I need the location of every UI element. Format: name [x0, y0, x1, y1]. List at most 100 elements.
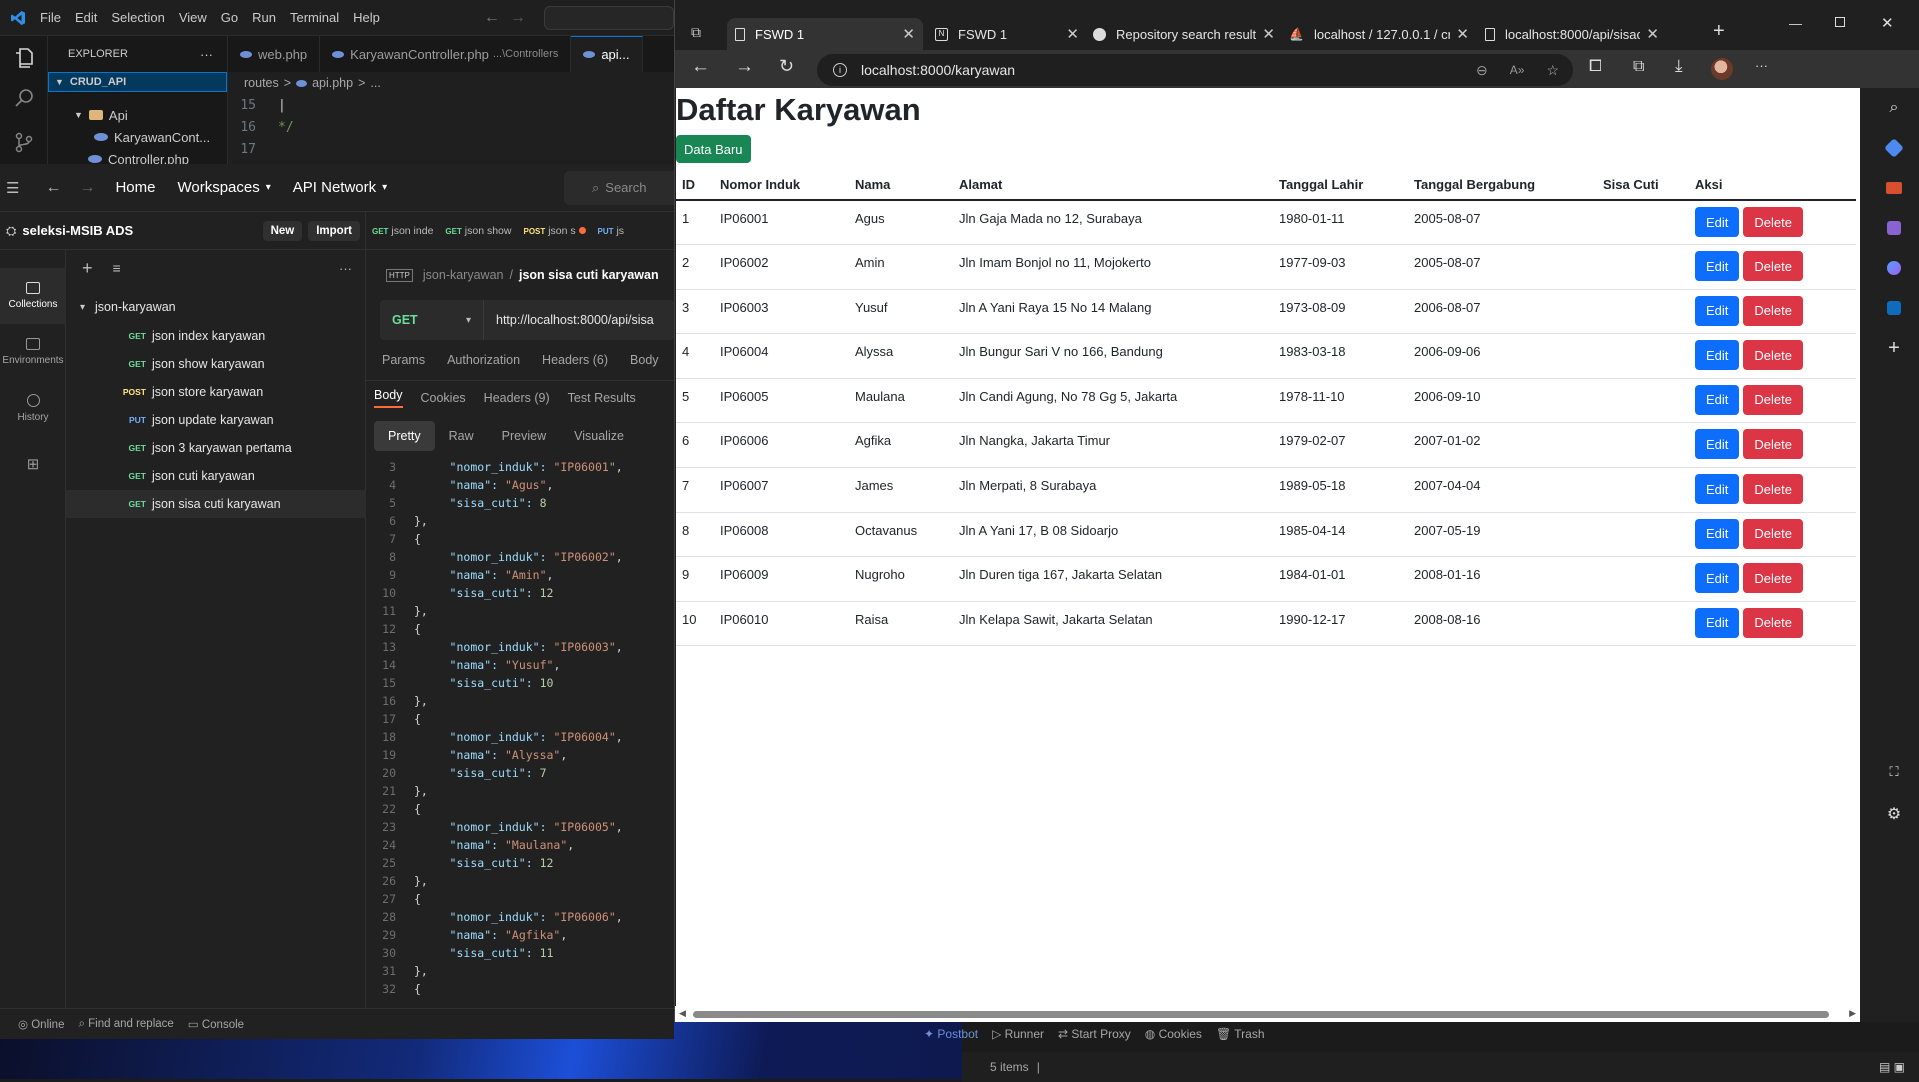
menu-edit[interactable]: Edit [75, 10, 97, 25]
edit-button[interactable]: Edit [1695, 251, 1740, 282]
add-icon[interactable]: + [82, 258, 93, 279]
request-tab[interactable]: POST json s [517, 225, 591, 237]
toolbox-icon[interactable] [1869, 168, 1919, 208]
nav-workspaces[interactable]: Workspaces ▾ [177, 179, 270, 196]
back-arrow-icon[interactable]: ← [484, 9, 500, 27]
scrollbar-thumb[interactable] [693, 1011, 1829, 1018]
browser-tab-active[interactable]: FSWD 1 ✕ [727, 18, 923, 50]
read-aloud-icon[interactable]: A» [1510, 63, 1525, 77]
rail-history[interactable]: History [0, 380, 66, 436]
tree-file-karyawan-controller[interactable]: KaryawanCont... [114, 130, 210, 145]
filter-icon[interactable]: ≡ [113, 260, 121, 276]
rail-environments[interactable]: Environments [0, 324, 66, 380]
request-tab[interactable]: GET json inde [366, 225, 439, 237]
tab-authorization[interactable]: Authorization [447, 353, 520, 367]
view-visualize[interactable]: Visualize [560, 421, 638, 451]
close-icon[interactable]: ✕ [1066, 25, 1079, 43]
close-icon[interactable]: ✕ [1456, 25, 1469, 43]
edit-button[interactable]: Edit [1695, 607, 1740, 638]
request-item[interactable]: POST json store karyawan [66, 378, 366, 406]
nav-home[interactable]: Home [115, 179, 155, 196]
scroll-right-icon[interactable]: ▶ [1849, 1008, 1856, 1019]
delete-button[interactable]: Delete [1743, 251, 1803, 282]
editor-tab-api[interactable]: api... [571, 36, 643, 72]
menu-run[interactable]: Run [252, 10, 276, 25]
menu-terminal[interactable]: Terminal [290, 10, 339, 25]
response-json-viewer[interactable]: 3 " nomor_induk ": "IP06001", 4 " nama ": "Ag… [366, 460, 674, 1000]
screenshot-icon[interactable]: ⛶ [1869, 752, 1919, 792]
edit-button[interactable]: Edit [1695, 429, 1740, 460]
request-tab[interactable]: GET json show [439, 225, 517, 237]
close-icon[interactable]: ✕ [1262, 25, 1275, 43]
workspace-name[interactable]: seleksi-MSIB ADS [22, 223, 133, 238]
request-item[interactable]: GET json index karyawan [66, 322, 366, 350]
hamburger-menu-icon[interactable]: ☰ [6, 179, 19, 197]
maximize-icon[interactable] [1835, 17, 1845, 27]
find-replace[interactable]: ⌕ Find and replace [78, 1018, 173, 1031]
tab-headers[interactable]: Headers (6) [542, 353, 608, 367]
rail-collections[interactable]: Collections [0, 268, 66, 324]
postbot-button[interactable]: ✦ Postbot [924, 1027, 978, 1041]
method-select[interactable]: GET ▾ [380, 300, 484, 340]
tab-params[interactable]: Params [382, 353, 425, 367]
editor-tab-web[interactable]: web.php [228, 36, 321, 72]
extensions-icon[interactable]: ⧠ [1589, 58, 1602, 76]
edit-button[interactable]: Edit [1695, 518, 1740, 549]
refresh-icon[interactable]: ↻ [779, 56, 794, 77]
avatar[interactable] [1711, 58, 1733, 80]
search-icon[interactable]: ⌕ [1869, 88, 1919, 128]
search-icon[interactable] [12, 86, 36, 110]
settings-gear-icon[interactable]: ⚙ [1869, 794, 1919, 834]
postman-search[interactable]: ⌕ Search [564, 170, 674, 205]
delete-button[interactable]: Delete [1743, 563, 1803, 594]
close-icon[interactable]: ✕ [1646, 25, 1659, 43]
downloads-icon[interactable]: ⤓ [1675, 56, 1683, 76]
online-status[interactable]: ◎ Online [18, 1017, 64, 1031]
new-data-button[interactable]: Data Baru [676, 135, 751, 163]
edit-button[interactable]: Edit [1695, 384, 1740, 415]
forward-arrow-icon[interactable]: → [510, 9, 526, 27]
more-actions-icon[interactable]: ··· [200, 47, 213, 62]
back-arrow-icon[interactable]: ← [691, 56, 710, 78]
more-actions-icon[interactable]: ··· [339, 261, 352, 276]
response-tab-tests[interactable]: Test Results [568, 391, 636, 405]
delete-button[interactable]: Delete [1743, 384, 1803, 415]
breadcrumb-symbol[interactable]: ... [370, 76, 380, 90]
zoom-icon[interactable]: ⊖ [1476, 62, 1488, 79]
menu-help[interactable]: Help [353, 10, 380, 25]
request-item-selected[interactable]: GET json sisa cuti karyawan [66, 490, 366, 518]
browser-tab[interactable]: N FSWD 1 ✕ [927, 18, 1087, 50]
menu-file[interactable]: File [40, 10, 61, 25]
request-item[interactable]: GET json 3 karyawan pertama [66, 434, 366, 462]
menu-go[interactable]: Go [221, 10, 238, 25]
new-button[interactable]: New [262, 220, 303, 241]
add-icon[interactable]: + [1869, 328, 1919, 368]
tag-icon[interactable] [1869, 128, 1919, 168]
games-icon[interactable] [1869, 208, 1919, 248]
trash-button[interactable]: 🗑 Trash [1216, 1027, 1265, 1041]
forward-arrow-icon[interactable]: → [79, 179, 95, 197]
start-proxy-button[interactable]: ⇄ Start Proxy [1058, 1027, 1131, 1041]
close-icon[interactable]: ✕ [902, 25, 915, 43]
menu-selection[interactable]: Selection [111, 10, 164, 25]
delete-button[interactable]: Delete [1743, 518, 1803, 549]
tab-body[interactable]: Body [630, 353, 659, 367]
request-breadcrumb[interactable]: json-karyawan [423, 268, 504, 282]
browser-tab[interactable]: Repository search result ✕ [1085, 18, 1283, 50]
menu-view[interactable]: View [179, 10, 207, 25]
browser-tab[interactable]: ⛵ localhost / 127.0.0.1 / cr ✕ [1281, 18, 1477, 50]
delete-button[interactable]: Delete [1743, 429, 1803, 460]
console[interactable]: ▭ Console [188, 1017, 244, 1031]
view-raw[interactable]: Raw [435, 421, 488, 451]
url-input[interactable]: http://localhost:8000/api/sisa [496, 313, 654, 327]
request-title[interactable]: json sisa cuti karyawan [519, 268, 659, 282]
delete-button[interactable]: Delete [1743, 474, 1803, 505]
rail-configure[interactable]: ⊞ [0, 436, 66, 492]
import-button[interactable]: Import [308, 220, 360, 241]
request-item[interactable]: PUT json update karyawan [66, 406, 366, 434]
breadcrumb-file[interactable]: api.php [312, 76, 353, 90]
outlook-icon[interactable] [1869, 288, 1919, 328]
forward-arrow-icon[interactable]: → [735, 56, 754, 78]
edit-button[interactable]: Edit [1695, 340, 1740, 371]
scroll-left-icon[interactable]: ◀ [679, 1008, 686, 1019]
